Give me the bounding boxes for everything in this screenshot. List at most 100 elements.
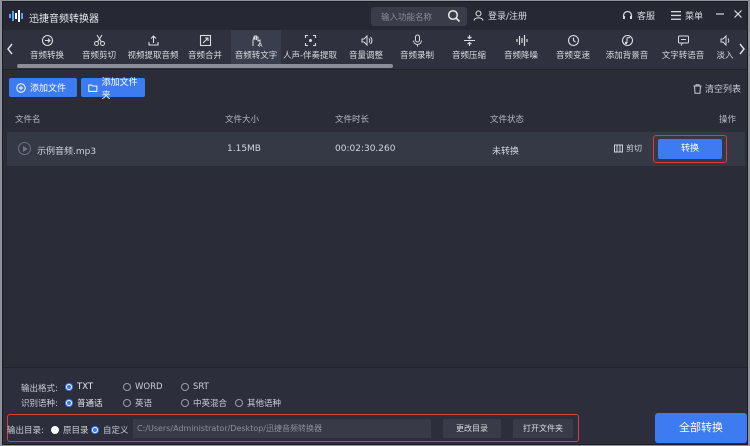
app-window: 迅捷音频转换器 输入功能名称 登录/注册 客服 菜单 音频转换 音频剪切 视频提… xyxy=(2,1,748,445)
add-file-label: 添加文件 xyxy=(30,84,67,94)
dir-option-original[interactable]: 原目录 xyxy=(51,424,89,436)
tool-noise-reduce[interactable]: 音频降噪 xyxy=(495,30,547,64)
merge-icon xyxy=(199,34,211,47)
login-label: 登录/注册 xyxy=(488,12,528,22)
service-label: 客服 xyxy=(637,12,656,22)
close-button[interactable] xyxy=(731,8,745,22)
music-icon xyxy=(621,34,633,47)
language-mandarin-label: 普通话 xyxy=(77,399,103,409)
minimize-button[interactable] xyxy=(713,8,727,22)
menu-button[interactable]: 菜单 xyxy=(671,9,703,22)
format-label: 输出格式: xyxy=(21,384,58,394)
tool-label: 音频合并 xyxy=(187,51,222,61)
tool-add-background[interactable]: 添加背景音 xyxy=(599,30,655,64)
convert-button[interactable]: 转换 xyxy=(658,139,722,159)
add-folder-button[interactable]: 添加文件夹 xyxy=(81,78,145,101)
format-srt-label: SRT xyxy=(193,382,209,392)
language-english-label: 英语 xyxy=(135,399,153,409)
plus-circle-icon xyxy=(16,82,26,93)
volume-icon xyxy=(361,34,372,47)
convert-all-button[interactable]: 全部转换 xyxy=(655,413,747,443)
app-logo-icon xyxy=(9,10,23,22)
tool-label: 音量调整 xyxy=(348,51,383,61)
language-label: 识别语种: xyxy=(21,399,58,409)
cut-button[interactable]: 剪切 xyxy=(614,143,642,154)
tool-label: 音频剪切 xyxy=(81,51,116,61)
refresh-icon xyxy=(41,34,53,47)
app-title: 迅捷音频转换器 xyxy=(29,14,99,25)
tool-audio-to-text[interactable]: A 音频转文字 xyxy=(231,30,281,64)
tool-audio-compress[interactable]: 音频压缩 xyxy=(443,30,495,64)
output-dir-label: 输出目录: xyxy=(7,426,44,436)
microphone-icon xyxy=(412,34,422,47)
tool-label: 人声-伴奏提取 xyxy=(282,51,338,61)
file-duration: 00:02:30.260 xyxy=(335,144,396,154)
format-option-srt[interactable]: SRT xyxy=(181,382,209,392)
format-option-word[interactable]: WORD xyxy=(123,382,163,392)
tool-label: 视频提取音频 xyxy=(127,51,179,61)
compress-icon xyxy=(463,35,475,46)
radio-icon xyxy=(51,426,59,434)
language-option-other[interactable]: 其他语种 xyxy=(235,397,281,409)
tool-audio-convert[interactable]: 音频转换 xyxy=(17,30,77,64)
hand-text-icon: A xyxy=(252,35,263,47)
format-word-label: WORD xyxy=(135,382,163,392)
tool-label: 文字转语音 xyxy=(661,51,705,61)
format-option-txt[interactable]: TXT xyxy=(65,382,93,392)
toolbar-left-arrow[interactable] xyxy=(5,40,15,58)
tool-vocal-extract[interactable]: 人声-伴奏提取 xyxy=(279,30,341,64)
tool-audio-cut[interactable]: 音频剪切 xyxy=(69,30,129,64)
tool-audio-record[interactable]: 音频录制 xyxy=(391,30,443,64)
radio-icon xyxy=(123,383,131,391)
headset-icon xyxy=(622,10,633,19)
dir-original-label: 原目录 xyxy=(63,426,89,436)
radio-icon xyxy=(181,383,189,391)
close-icon xyxy=(734,10,742,18)
file-name: 示例音频.mp3 xyxy=(37,147,97,157)
minimize-icon xyxy=(716,13,724,15)
function-toolbar: 音频转换 音频剪切 视频提取音频 音频合并 A 音频转文字 人声-伴奏提取 音量… xyxy=(3,30,747,70)
search-icon[interactable] xyxy=(447,9,461,23)
menu-icon xyxy=(671,11,681,20)
user-icon xyxy=(473,10,484,21)
dir-option-custom[interactable]: 自定义 xyxy=(91,424,129,436)
tool-volume-adjust[interactable]: 音量调整 xyxy=(339,30,393,64)
login-button[interactable]: 登录/注册 xyxy=(473,9,527,22)
text-speech-icon xyxy=(677,35,689,46)
speed-icon xyxy=(567,34,579,47)
header-operation: 操作 xyxy=(719,115,737,125)
language-option-mandarin[interactable]: 普通话 xyxy=(65,397,103,409)
language-other-label: 其他语种 xyxy=(247,399,282,409)
tool-audio-merge[interactable]: 音频合并 xyxy=(179,30,231,64)
waveform-icon xyxy=(515,35,528,46)
table-row: 示例音频.mp3 1.15MB 00:02:30.260 未转换 剪切 转换 xyxy=(7,132,745,166)
tool-label: 音频转文字 xyxy=(234,51,278,61)
clear-list-button[interactable]: 清空列表 xyxy=(693,82,741,95)
header-file-size: 文件大小 xyxy=(225,115,260,125)
format-txt-label: TXT xyxy=(77,382,94,392)
radio-selected-icon xyxy=(65,399,73,407)
service-button[interactable]: 客服 xyxy=(622,9,655,22)
tool-video-extract[interactable]: 视频提取音频 xyxy=(123,30,183,64)
toolbar-scrollbar[interactable] xyxy=(17,64,393,68)
language-option-english[interactable]: 英语 xyxy=(123,397,152,409)
svg-text:A: A xyxy=(259,43,263,47)
language-option-mixed[interactable]: 中英混合 xyxy=(181,397,227,409)
cut-label: 剪切 xyxy=(626,144,642,153)
tool-text-to-speech[interactable]: 文字转语音 xyxy=(655,30,711,64)
play-icon[interactable] xyxy=(18,142,31,155)
open-folder-button[interactable]: 打开文件夹 xyxy=(513,419,573,438)
change-dir-button[interactable]: 更改目录 xyxy=(443,419,501,438)
tool-fade-in[interactable]: 淡入 xyxy=(711,30,739,64)
scissors-icon xyxy=(93,34,105,46)
tool-audio-speed[interactable]: 音频变速 xyxy=(547,30,599,64)
tool-label: 音频降噪 xyxy=(503,51,538,61)
output-path-field[interactable]: C:/Users/Administrator/Desktop/迅捷音频转换器 xyxy=(133,419,431,438)
tool-label: 音频录制 xyxy=(399,51,434,61)
add-folder-label: 添加文件夹 xyxy=(101,77,138,101)
radio-selected-icon xyxy=(91,426,99,434)
upload-icon xyxy=(147,35,159,46)
add-file-button[interactable]: 添加文件 xyxy=(9,78,77,97)
toolbar-right-arrow[interactable] xyxy=(737,40,747,58)
tool-label: 音频压缩 xyxy=(451,51,486,61)
